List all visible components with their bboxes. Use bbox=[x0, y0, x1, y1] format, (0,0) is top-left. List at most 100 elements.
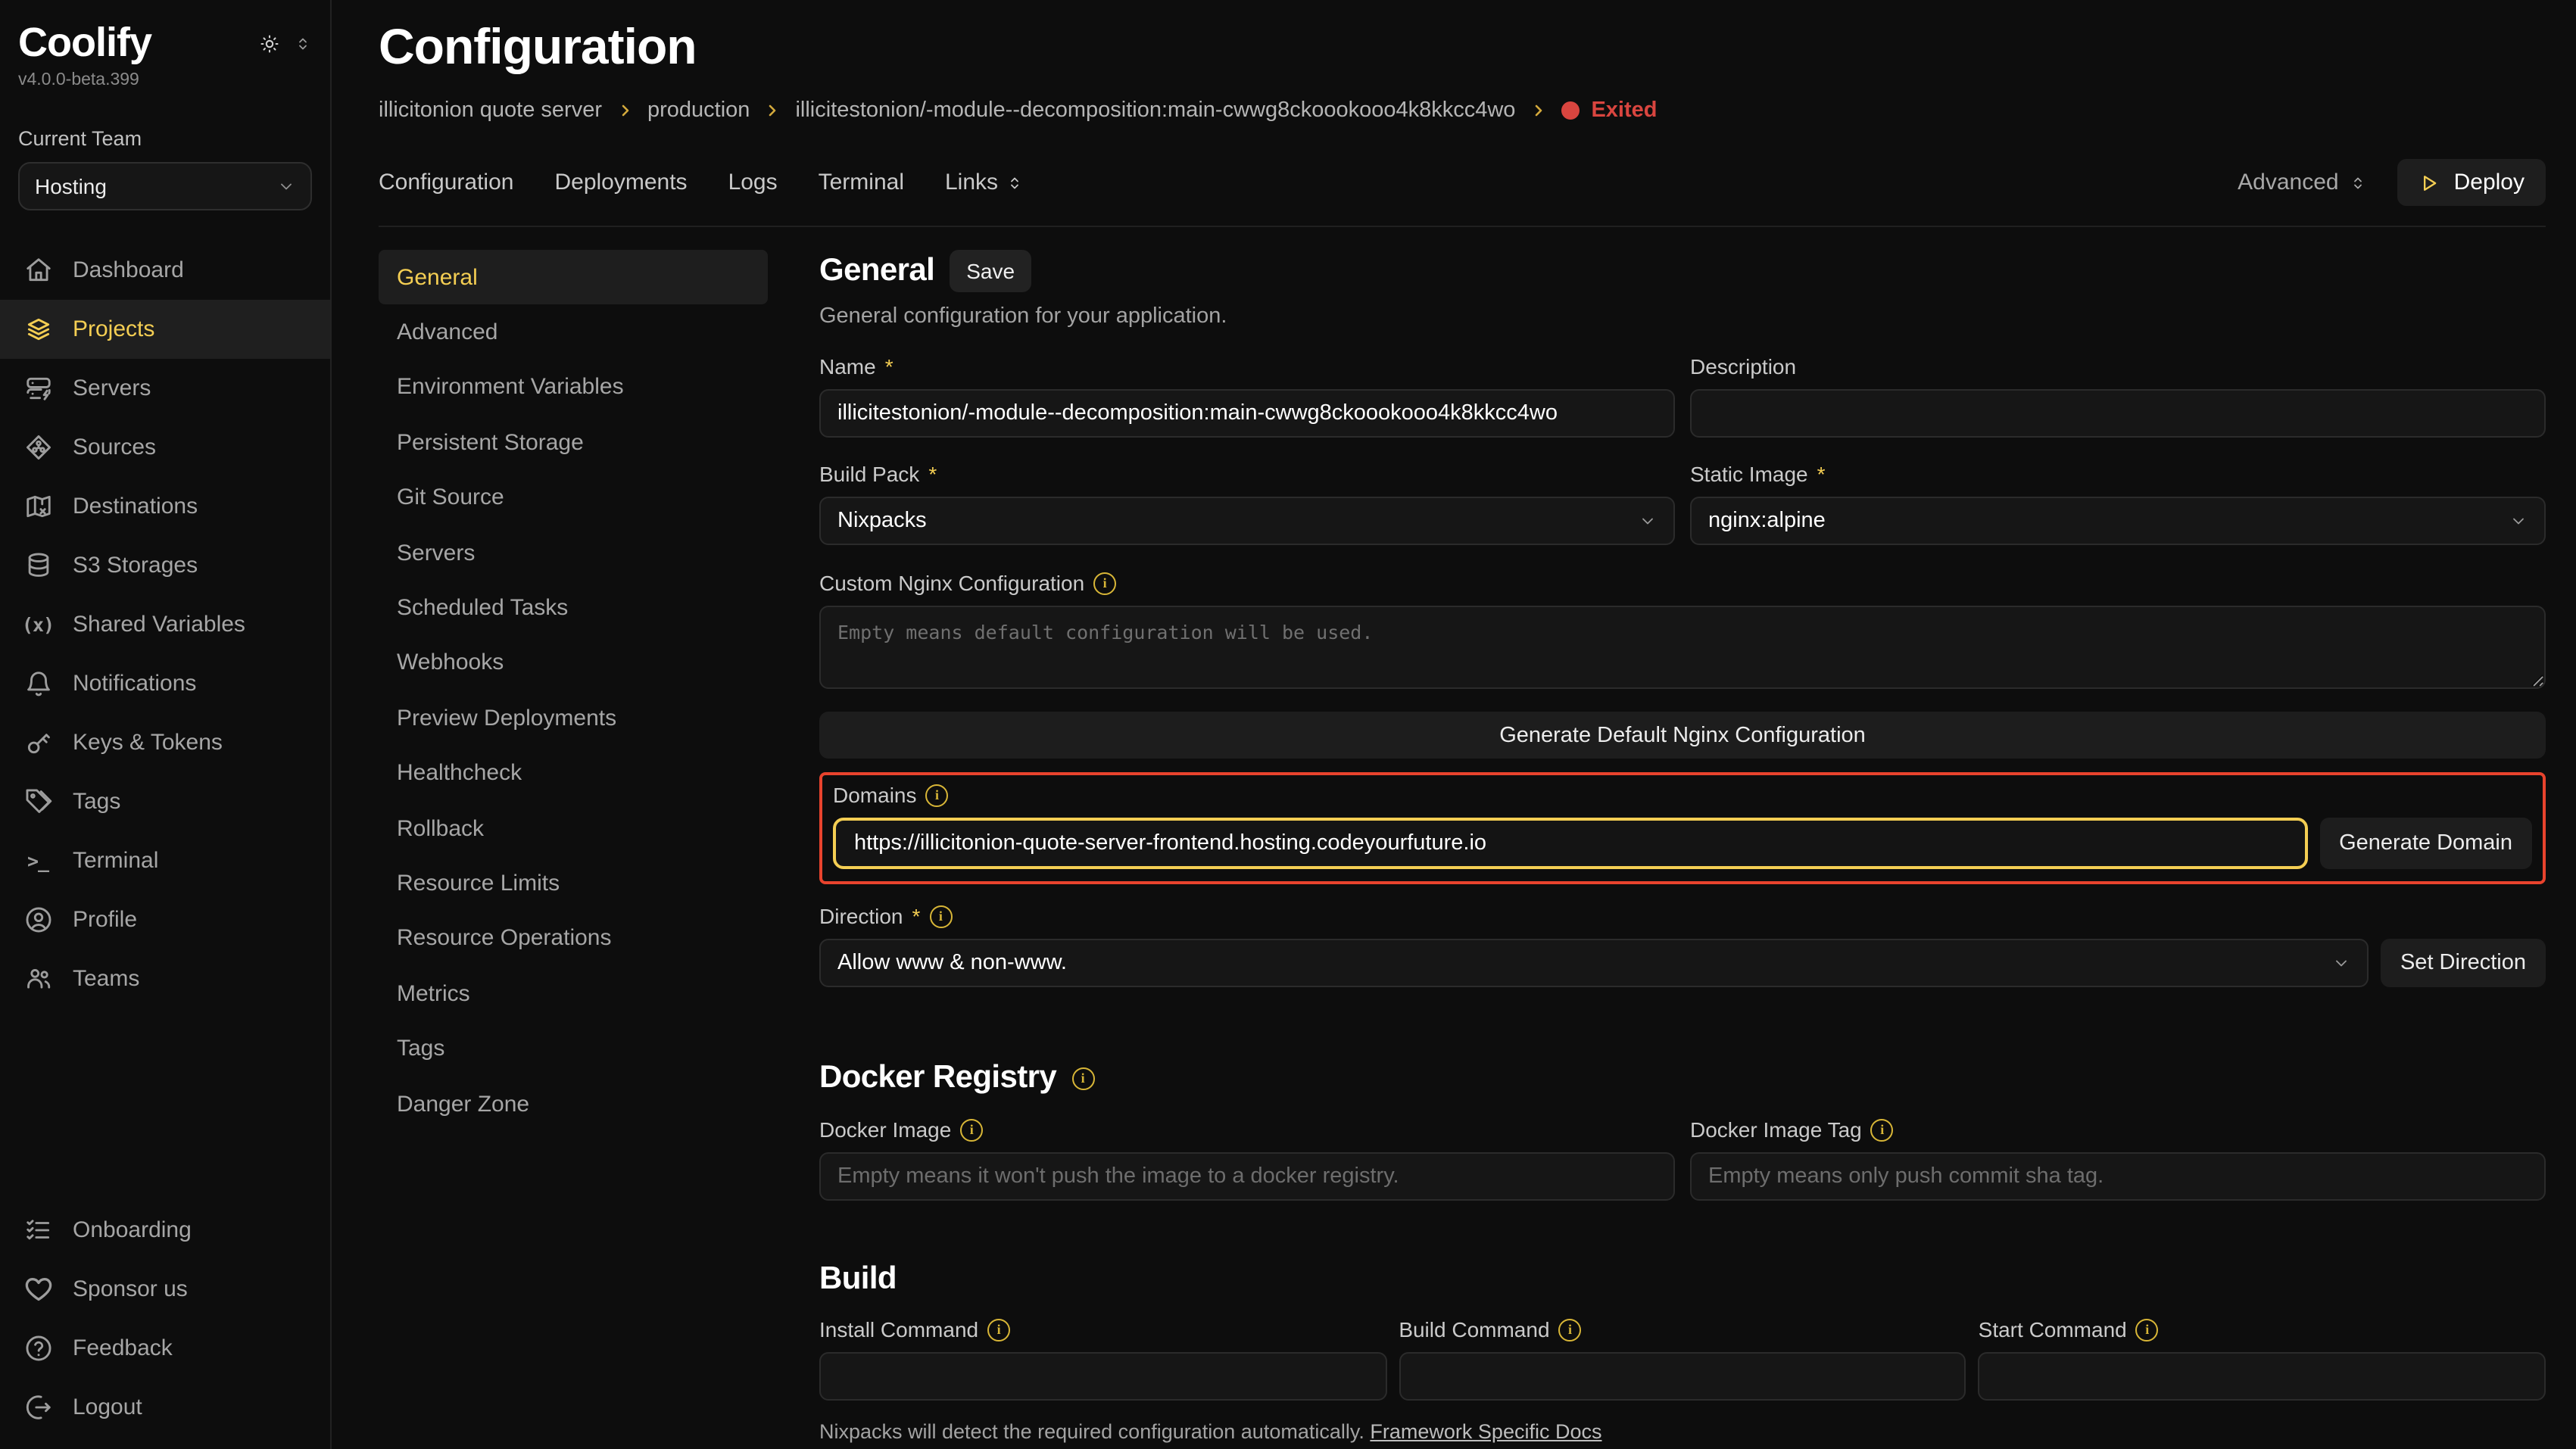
sidebar-item-sources[interactable]: Sources bbox=[0, 418, 330, 477]
chevron-down-icon bbox=[2332, 954, 2350, 972]
framework-docs-link[interactable]: Framework Specific Docs bbox=[1370, 1420, 1601, 1443]
sidebar-item-keys-tokens[interactable]: Keys & Tokens bbox=[0, 713, 330, 772]
play-icon bbox=[2419, 172, 2440, 193]
config-nav-rollback[interactable]: Rollback bbox=[379, 801, 768, 856]
config-nav: General Advanced Environment Variables P… bbox=[379, 250, 768, 1449]
chevron-down-icon bbox=[1639, 512, 1657, 530]
tab-links[interactable]: Links bbox=[945, 170, 1024, 195]
config-nav-git-source[interactable]: Git Source bbox=[379, 470, 768, 525]
config-nav-general[interactable]: General bbox=[379, 250, 768, 305]
app-version: v4.0.0-beta.399 bbox=[18, 71, 312, 89]
configuration-content: General Advanced Environment Variables P… bbox=[379, 250, 2546, 1449]
variable-icon: (x) bbox=[23, 613, 53, 636]
config-nav-resource-limits[interactable]: Resource Limits bbox=[379, 856, 768, 911]
start-command-input[interactable] bbox=[1979, 1352, 2546, 1401]
team-select[interactable]: Hosting bbox=[18, 162, 312, 210]
section-title-build: Build bbox=[819, 1261, 897, 1298]
breadcrumb-project[interactable]: illicitonion quote server bbox=[379, 98, 602, 123]
config-nav-healthcheck[interactable]: Healthcheck bbox=[379, 746, 768, 801]
static-image-select[interactable]: nginx:alpine bbox=[1690, 497, 2546, 545]
layers-icon bbox=[23, 315, 53, 344]
docker-image-label: Docker Image bbox=[819, 1117, 951, 1142]
status-dot-icon bbox=[1561, 101, 1579, 120]
config-nav-danger-zone[interactable]: Danger Zone bbox=[379, 1077, 768, 1132]
sidebar-item-shared-variables[interactable]: (x) Shared Variables bbox=[0, 595, 330, 654]
checklist-icon bbox=[23, 1216, 53, 1245]
sidebar-item-sponsor-us[interactable]: Sponsor us bbox=[0, 1260, 330, 1319]
name-input[interactable] bbox=[819, 389, 1675, 438]
generate-domain-button[interactable]: Generate Domain bbox=[2319, 818, 2532, 869]
info-icon bbox=[1871, 1118, 1894, 1141]
tab-deployments[interactable]: Deployments bbox=[554, 170, 687, 195]
sidebar-item-dashboard[interactable]: Dashboard bbox=[0, 241, 330, 300]
config-nav-scheduled-tasks[interactable]: Scheduled Tasks bbox=[379, 581, 768, 636]
set-direction-button[interactable]: Set Direction bbox=[2381, 939, 2546, 987]
install-command-input[interactable] bbox=[819, 1352, 1386, 1401]
info-icon bbox=[987, 1318, 1010, 1341]
database-icon bbox=[23, 551, 53, 580]
logout-icon bbox=[23, 1393, 53, 1422]
sidebar-item-projects[interactable]: Projects bbox=[0, 300, 330, 359]
config-nav-resource-operations[interactable]: Resource Operations bbox=[379, 911, 768, 966]
home-icon bbox=[23, 256, 53, 285]
section-subtitle: General configuration for your applicati… bbox=[819, 304, 2546, 329]
config-nav-environment-variables[interactable]: Environment Variables bbox=[379, 360, 768, 416]
advanced-dropdown[interactable]: Advanced bbox=[2238, 170, 2367, 195]
sidebar-item-profile[interactable]: Profile bbox=[0, 890, 330, 949]
build-pack-select[interactable]: Nixpacks bbox=[819, 497, 1675, 545]
sidebar-item-feedback[interactable]: Feedback bbox=[0, 1319, 330, 1378]
tab-configuration[interactable]: Configuration bbox=[379, 170, 513, 195]
sidebar-item-destinations[interactable]: Destinations bbox=[0, 477, 330, 536]
build-command-label: Build Command bbox=[1399, 1317, 1549, 1341]
sidebar-item-terminal[interactable]: >_ Terminal bbox=[0, 831, 330, 890]
heart-icon bbox=[23, 1275, 53, 1304]
config-nav-preview-deployments[interactable]: Preview Deployments bbox=[379, 690, 768, 746]
theme-toggle-icon[interactable] bbox=[259, 33, 280, 54]
app-root: Coolify v4.0.0-beta.399 Current Team Hos… bbox=[0, 0, 2576, 1449]
generate-nginx-button[interactable]: Generate Default Nginx Configuration bbox=[819, 712, 2546, 759]
direction-select[interactable]: Allow www & non-www. bbox=[819, 939, 2369, 987]
terminal-icon: >_ bbox=[23, 849, 53, 872]
chevron-right-icon bbox=[616, 101, 634, 120]
domains-section: Domains Generate Domain bbox=[819, 772, 2546, 884]
build-pack-label: Build Pack bbox=[819, 462, 919, 486]
sidebar-item-teams[interactable]: Teams bbox=[0, 949, 330, 1008]
user-circle-icon bbox=[23, 905, 53, 934]
domains-label: Domains bbox=[833, 783, 917, 807]
tab-terminal[interactable]: Terminal bbox=[819, 170, 904, 195]
config-nav-webhooks[interactable]: Webhooks bbox=[379, 635, 768, 690]
required-asterisk: * bbox=[928, 462, 937, 486]
sidebar-item-s3-storages[interactable]: S3 Storages bbox=[0, 536, 330, 595]
config-nav-servers[interactable]: Servers bbox=[379, 525, 768, 581]
custom-nginx-textarea[interactable] bbox=[819, 606, 2546, 689]
docker-image-tag-label: Docker Image Tag bbox=[1690, 1117, 1862, 1142]
general-form: General Save General configuration for y… bbox=[819, 250, 2546, 1449]
docker-image-tag-input[interactable] bbox=[1690, 1152, 2546, 1201]
config-nav-tags[interactable]: Tags bbox=[379, 1021, 768, 1077]
build-command-input[interactable] bbox=[1399, 1352, 1966, 1401]
config-nav-advanced[interactable]: Advanced bbox=[379, 305, 768, 360]
docker-image-input[interactable] bbox=[819, 1152, 1675, 1201]
breadcrumb-resource[interactable]: illicitestonion/-module--decomposition:m… bbox=[795, 98, 1515, 123]
help-circle-icon bbox=[23, 1334, 53, 1363]
sidebar-item-tags[interactable]: Tags bbox=[0, 772, 330, 831]
description-input[interactable] bbox=[1690, 389, 2546, 438]
config-nav-persistent-storage[interactable]: Persistent Storage bbox=[379, 415, 768, 470]
chevrons-up-down-icon[interactable] bbox=[294, 34, 312, 52]
config-nav-metrics[interactable]: Metrics bbox=[379, 966, 768, 1021]
sidebar-item-onboarding[interactable]: Onboarding bbox=[0, 1201, 330, 1260]
save-button[interactable]: Save bbox=[950, 250, 1031, 292]
info-icon bbox=[2136, 1318, 2159, 1341]
server-icon bbox=[23, 374, 53, 403]
tab-logs[interactable]: Logs bbox=[728, 170, 778, 195]
required-asterisk: * bbox=[1817, 462, 1826, 486]
description-label: Description bbox=[1690, 354, 1796, 379]
page-title: Configuration bbox=[379, 18, 2546, 76]
sidebar-item-notifications[interactable]: Notifications bbox=[0, 654, 330, 713]
breadcrumb-environment[interactable]: production bbox=[647, 98, 750, 123]
domains-input[interactable] bbox=[833, 818, 2307, 869]
sidebar-footer: Onboarding Sponsor us Feedback Logout bbox=[0, 1201, 330, 1449]
sidebar-item-logout[interactable]: Logout bbox=[0, 1378, 330, 1437]
sidebar-item-servers[interactable]: Servers bbox=[0, 359, 330, 418]
deploy-button[interactable]: Deploy bbox=[2398, 159, 2546, 206]
